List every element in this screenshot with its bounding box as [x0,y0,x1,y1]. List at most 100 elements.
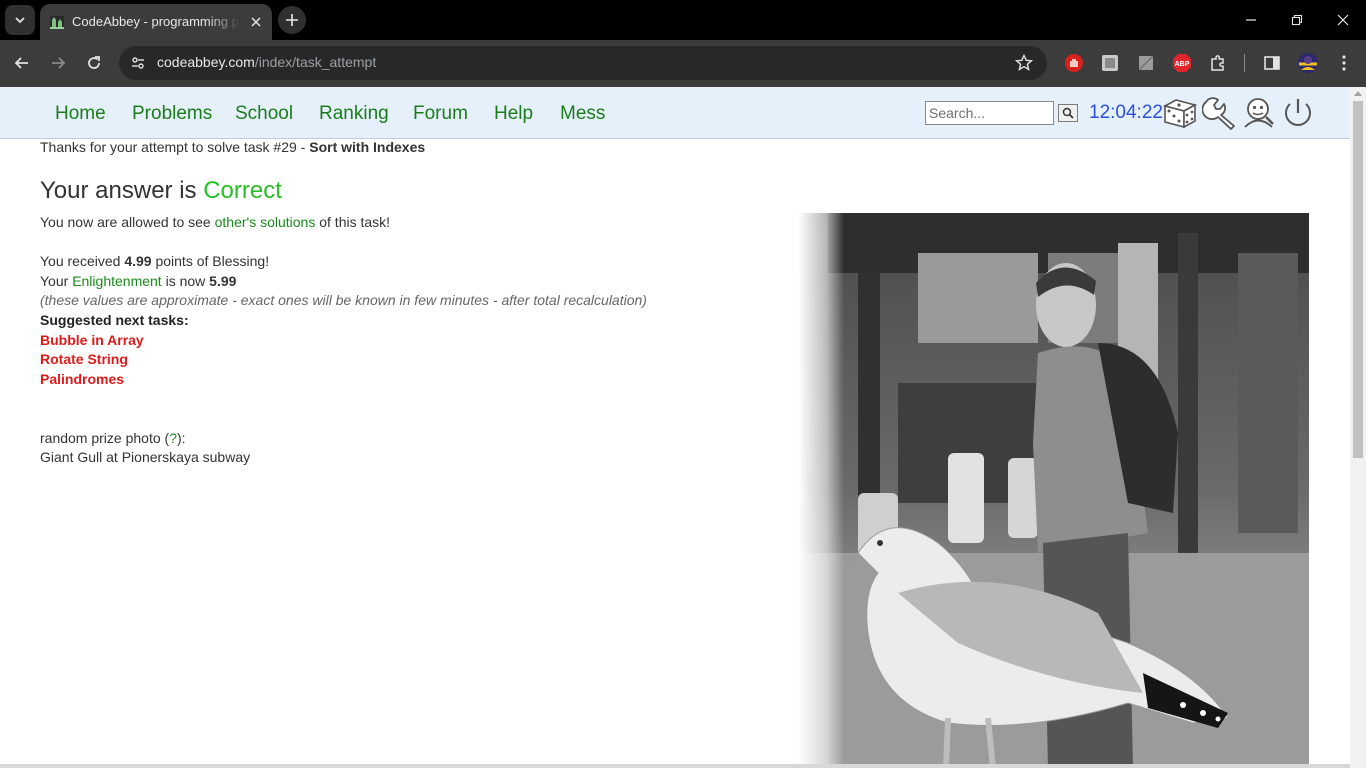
new-tab-button[interactable] [278,6,306,34]
nav-forum-link[interactable]: Forum [413,103,468,125]
nav-home-link[interactable]: Home [55,103,106,125]
dice-icon[interactable] [1162,96,1198,130]
site-search-input[interactable] [925,101,1054,125]
attempt-prefix: Thanks for your attempt to solve task #2… [40,139,310,155]
tab-title: CodeAbbey - programming problems [72,14,240,29]
bookmark-button[interactable] [1013,52,1035,74]
prize-photo-label: random prize photo (?): [40,430,186,446]
svg-text:ABP: ABP [1175,61,1190,68]
power-icon[interactable] [1280,96,1316,130]
side-panel-button[interactable] [1261,52,1283,74]
close-icon [1337,14,1349,26]
user-search-icon[interactable] [1242,96,1278,130]
search-icon [1062,107,1074,119]
site-search-button[interactable] [1058,104,1078,122]
restore-icon [1291,14,1303,26]
task-name: Sort with Indexes [309,139,426,155]
url-path: /index/task_attempt [254,54,377,70]
wrench-icon[interactable] [1202,96,1238,130]
extension-adblock-button[interactable]: ABP [1171,52,1193,74]
scroll-up-arrow[interactable] [1354,91,1362,96]
arrow-left-icon [14,57,28,69]
enlightenment-value: 5.99 [209,273,237,289]
others-solutions-link[interactable]: other's solutions [215,214,316,230]
points-suffix: points of Blessing! [151,253,270,269]
side-panel-icon [1264,56,1280,70]
prize-photo-suffix: ): [176,430,186,446]
tab-search-button[interactable] [5,5,35,35]
gray-square-icon [1138,55,1154,71]
minimize-icon [1246,19,1256,21]
solutions-message: You now are allowed to see other's solut… [40,214,390,230]
tune-icon [132,57,144,69]
answer-result: Correct [203,177,282,204]
close-window-button[interactable] [1328,6,1358,34]
chevron-down-icon [15,17,25,24]
kebab-menu-icon [1342,55,1346,71]
horizontal-scroll-strip [0,764,1350,768]
nav-mess-link[interactable]: Mess [560,103,605,125]
url-domain: codeabbey.com [157,54,255,70]
url-text[interactable]: codeabbey.com/index/task_attempt [157,54,376,70]
prize-photo-help-link[interactable]: ? [169,430,177,446]
suggested-task-link[interactable]: Palindromes [40,371,124,387]
forward-button[interactable] [44,49,72,77]
image-extension-icon [1102,55,1118,71]
solutions-prefix: You now are allowed to see [40,214,215,230]
site-navbar: Home Problems School Ranking Forum Help … [0,87,1350,139]
puzzle-icon [1211,55,1224,71]
restore-button[interactable] [1282,6,1312,34]
codeabbey-favicon-icon [50,16,64,29]
answer-heading: Your answer is Correct [40,177,282,205]
extension-gray-button[interactable] [1135,52,1157,74]
solutions-suffix: of this task! [315,214,391,230]
prize-photo-prefix: random prize photo ( [40,430,170,446]
arrow-right-icon [52,57,66,69]
avatar-icon [1298,53,1318,73]
nav-ranking-link[interactable]: Ranking [319,103,389,125]
server-clock: 12:04:22 [1089,102,1163,123]
suggested-tasks-heading: Suggested next tasks: [40,312,189,328]
nav-problems-link[interactable]: Problems [132,103,212,125]
prize-photo-caption: Giant Gull at Pionerskaya subway [40,449,251,465]
extension-puzzle-button[interactable] [1099,52,1121,74]
enlightenment-link[interactable]: Enlightenment [72,273,162,289]
points-value: 4.99 [124,253,152,269]
enlightenment-prefix: Your [40,273,73,289]
nav-help-link[interactable]: Help [494,103,533,125]
points-received: You received 4.99 points of Blessing! [40,253,269,269]
enlightenment-line: Your Enlightenment is now 5.99 [40,273,236,289]
toolbar-divider [1244,54,1245,72]
attempt-message: Thanks for your attempt to solve task #2… [40,139,425,155]
tab-close-button[interactable] [246,12,266,32]
minimize-button[interactable] [1236,6,1266,34]
web-page: Home Problems School Ranking Forum Help … [0,87,1350,768]
hand-stop-icon [1065,54,1083,72]
answer-prefix: Your answer is [40,177,204,204]
prize-photo-image [798,213,1309,768]
browser-tab-active[interactable]: CodeAbbey - programming problems [40,4,272,40]
extensions-menu-button[interactable] [1207,52,1229,74]
back-button[interactable] [8,49,36,77]
approximation-note: (these values are approximate - exact on… [40,292,647,308]
points-prefix: You received [40,253,125,269]
nav-school-link[interactable]: School [235,103,293,125]
browser-menu-button[interactable] [1333,52,1355,74]
profile-avatar-button[interactable] [1297,52,1319,74]
star-icon [1015,54,1033,71]
abp-icon: ABP [1173,54,1191,72]
page-scrollbar[interactable] [1350,87,1366,768]
extension-stop-button[interactable] [1063,52,1085,74]
address-bar[interactable]: codeabbey.com/index/task_attempt [119,46,1047,80]
scroll-thumb[interactable] [1353,101,1363,458]
close-icon [251,17,261,27]
suggested-task-link[interactable]: Rotate String [40,351,128,367]
suggested-task-link[interactable]: Bubble in Array [40,332,144,348]
site-info-button[interactable] [127,52,149,74]
reload-button[interactable] [80,49,108,77]
browser-toolbar: codeabbey.com/index/task_attempt ABP [0,40,1366,87]
enlightenment-mid: is now [161,273,210,289]
browser-tab-bar: CodeAbbey - programming problems [0,0,1366,40]
reload-icon [88,56,100,69]
plus-icon [286,14,298,26]
